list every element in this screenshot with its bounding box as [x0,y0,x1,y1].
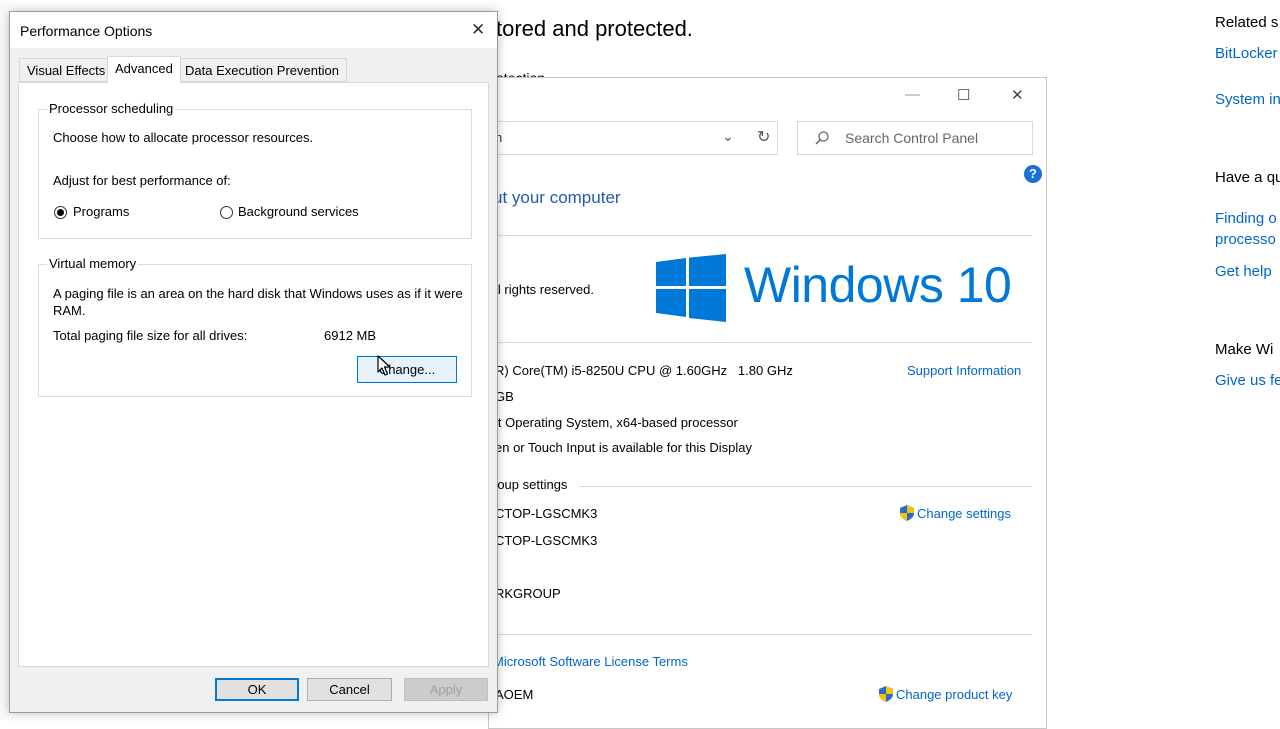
search-control-panel-input[interactable]: Search Control Panel [797,121,1033,155]
virtual-memory-label: Virtual memory [47,256,139,271]
related-heading: Related s [1215,14,1279,31]
mouse-cursor-icon [377,355,391,376]
tab-data-execution-prevention[interactable]: Data Execution Prevention [177,58,347,82]
make-windows-heading: Make Wi [1215,341,1274,358]
computer-name-value: CTOP-LGSCMK3 [495,506,598,521]
radio-background-services[interactable] [220,206,233,219]
virtual-memory-desc: A paging file is an area on the hard dis… [53,286,463,318]
divider [579,486,1032,487]
minimize-button[interactable]: — [905,86,920,103]
change-product-key-link[interactable]: Change product key [896,687,1012,702]
shield-icon [900,505,914,521]
advanced-tab-panel: Processor scheduling Choose how to alloc… [18,82,489,667]
link-finding[interactable]: Finding o [1215,210,1277,227]
radio-programs[interactable] [54,206,67,219]
radio-programs-label[interactable]: Programs [73,204,129,219]
link-get-help[interactable]: Get help [1215,263,1272,280]
close-window-button[interactable]: ✕ [1011,86,1024,104]
processor-value: R) Core(TM) i5-8250U CPU @ 1.60GHz 1.80 … [495,363,793,378]
help-icon[interactable]: ? [1024,165,1042,183]
tab-visual-effects[interactable]: Visual Effects [19,58,114,82]
product-id-value: AOEM [495,687,534,702]
have-question-heading: Have a qu [1215,169,1280,186]
virtual-memory-group: Virtual memory A paging file is an area … [38,256,472,397]
address-bar[interactable]: n ⌄ [489,121,778,155]
chevron-down-icon[interactable]: ⌄ [722,128,734,145]
total-paging-label: Total paging file size for all drives: [53,328,248,343]
full-computer-name-value: CTOP-LGSCMK3 [495,533,598,548]
link-processor[interactable]: processo [1215,231,1276,248]
processor-scheduling-desc: Choose how to allocate processor resourc… [53,130,314,145]
license-terms-link[interactable]: Microsoft Software License Terms [493,654,688,669]
settings-page-title: tored and protected. [496,16,693,41]
adjust-performance-label: Adjust for best performance of: [53,173,231,188]
link-bitlocker[interactable]: BitLocker [1215,45,1278,62]
system-window: — ☐ ✕ n ⌄ ↻ Search Control Panel ? ut yo… [488,77,1047,729]
maximize-button[interactable]: ☐ [957,86,970,104]
search-placeholder: Search Control Panel [845,130,979,146]
ok-button[interactable]: OK [215,678,299,701]
background-left-edge [0,0,9,720]
divider [489,235,1032,236]
refresh-icon[interactable]: ↻ [757,127,770,147]
divider [489,342,1032,343]
performance-options-dialog: Performance Options ✕ Visual Effects Adv… [9,11,498,713]
change-settings-link[interactable]: Change settings [917,506,1011,521]
processor-scheduling-label: Processor scheduling [47,101,176,116]
radio-background-services-label[interactable]: Background services [238,204,359,219]
copyright-text: ll rights reserved. [495,282,594,297]
cancel-button[interactable]: Cancel [307,678,392,701]
link-system-info[interactable]: System in [1215,91,1280,108]
system-heading: ut your computer [493,188,621,207]
apply-button[interactable]: Apply [404,678,488,701]
windows-logo-text: Windows 10 [744,257,1012,313]
dialog-close-button[interactable]: ✕ [471,20,485,40]
shield-icon [879,686,893,702]
divider [489,634,1032,635]
support-information-link[interactable]: Support Information [907,363,1021,378]
workgroup-section-title: roup settings [493,477,568,492]
workgroup-value: RKGROUP [495,586,561,601]
tab-advanced[interactable]: Advanced [107,56,181,83]
system-type-value: it Operating System, x64-based processor [495,415,738,430]
link-give-feedback[interactable]: Give us fe [1215,372,1280,389]
windows-logo-icon [656,254,726,322]
pen-touch-value: en or Touch Input is available for this … [495,440,753,455]
change-virtual-memory-button[interactable]: Change... [357,356,457,383]
processor-scheduling-group: Processor scheduling Choose how to alloc… [38,101,472,239]
total-paging-value: 6912 MB [324,328,377,343]
dialog-title: Performance Options [20,23,153,39]
search-icon [815,131,829,145]
